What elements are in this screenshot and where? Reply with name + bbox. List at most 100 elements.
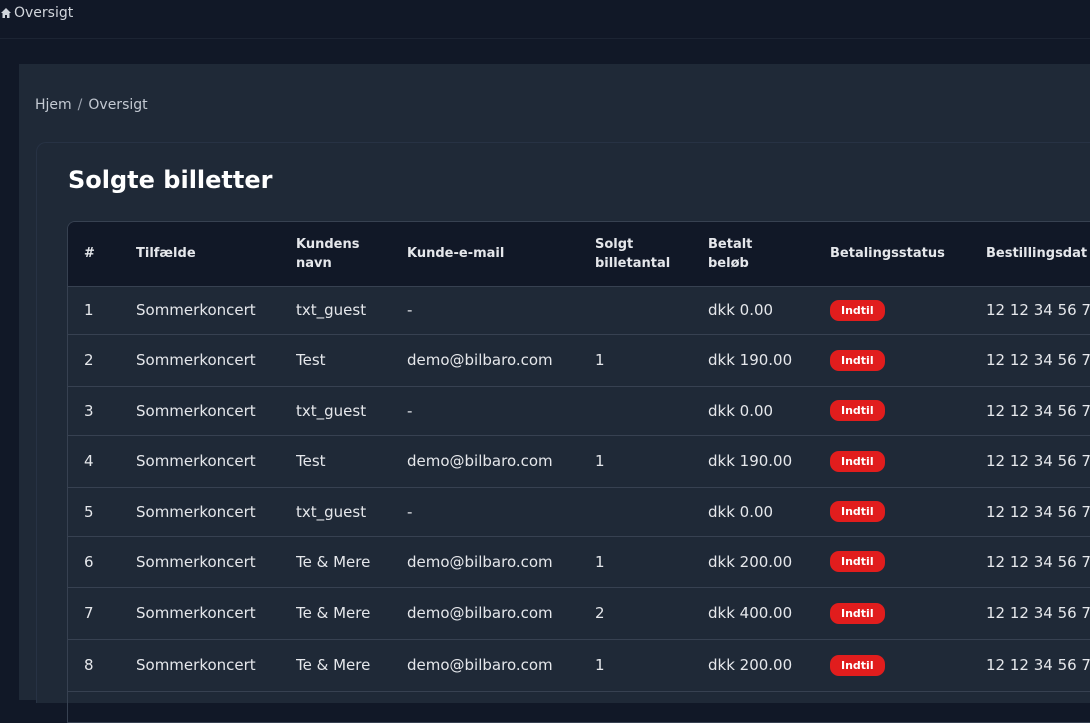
cell-customer-name: Test <box>296 452 326 470</box>
main-content: Hjem / Oversigt Solgte billetter # Tilfæld… <box>19 64 1090 723</box>
cell-payment-status: Indtil <box>830 536 986 587</box>
cell-amount-paid: dkk 200.00 <box>708 656 793 674</box>
cell-event: Sommerkoncert <box>136 301 256 319</box>
cell-ticket-count: 1 <box>595 552 605 571</box>
cell-ticket-count: 2 <box>595 604 605 622</box>
table-row[interactable]: 3 Sommerkoncert txt_guest - dkk 0.00 Ind… <box>68 386 1090 435</box>
cell-ticket-count: 1 <box>595 351 605 369</box>
tickets-card: Solgte billetter # Tilfælde Kundens navn… <box>36 142 1090 723</box>
cell-event: Sommerkoncert <box>136 656 256 674</box>
cell-event <box>136 691 296 711</box>
table-row[interactable]: 6 Sommerkoncert Te & Mere demo@bilbaro.c… <box>68 536 1090 587</box>
tickets-table: # Tilfælde Kundens navn Kunde-e-mail Sol… <box>68 222 1090 711</box>
table-row[interactable]: 5 Sommerkoncert txt_guest - dkk 0.00 Ind… <box>68 487 1090 536</box>
cell-payment-status: Indtil <box>830 639 986 691</box>
cell-event: Sommerkoncert <box>136 401 256 420</box>
cell-event: Sommerkoncert <box>136 452 256 470</box>
cell-ticket-count <box>595 691 708 711</box>
cell-customer-name: Te & Mere <box>296 656 371 674</box>
cell-order-date <box>986 691 1090 711</box>
cell-number: 1 <box>84 301 94 319</box>
table-row[interactable]: 8 Sommerkoncert Te & Mere demo@bilbaro.c… <box>68 639 1090 691</box>
cell-ticket-count <box>595 386 708 435</box>
top-bar-label: Oversigt <box>14 5 74 21</box>
cell-customer-email: - <box>407 401 413 420</box>
column-header-amount-paid[interactable]: Betalt beløb <box>708 222 830 286</box>
table-row[interactable]: 7 Sommerkoncert Te & Mere demo@bilbaro.c… <box>68 587 1090 639</box>
cell-payment-status: Indtil <box>830 386 986 435</box>
cell-ticket-count <box>595 487 708 536</box>
cell-order-date: 12 12 34 56 7 <box>986 502 1090 521</box>
table-row[interactable]: 2 Sommerkoncert Test demo@bilbaro.com 1 … <box>68 334 1090 386</box>
cell-amount-paid <box>708 691 830 711</box>
table-row[interactable] <box>68 691 1090 711</box>
cell-order-date: 12 12 34 56 7 <box>986 351 1090 369</box>
cell-customer-email: demo@bilbaro.com <box>407 552 553 571</box>
breadcrumb-home-link[interactable]: Hjem <box>35 97 72 113</box>
tickets-table-container[interactable]: # Tilfælde Kundens navn Kunde-e-mail Sol… <box>67 221 1090 723</box>
cell-number: 5 <box>84 502 94 521</box>
cell-customer-name <box>296 691 407 711</box>
top-bar-home-link[interactable]: Oversigt <box>0 5 73 21</box>
column-header-payment-status[interactable]: Betalingsstatus <box>830 222 986 286</box>
cell-payment-status: Indtil <box>830 487 986 536</box>
table-row[interactable]: 4 Sommerkoncert Test demo@bilbaro.com 1 … <box>68 435 1090 487</box>
cell-payment-status: Indtil <box>830 334 986 386</box>
cell-event: Sommerkoncert <box>136 502 256 521</box>
cell-number: 6 <box>84 552 94 571</box>
status-badge: Indtil <box>830 654 885 676</box>
cell-customer-email: demo@bilbaro.com <box>407 452 553 470</box>
cell-customer-name: Te & Mere <box>296 552 371 571</box>
cell-amount-paid: dkk 200.00 <box>708 552 793 571</box>
cell-payment-status: Indtil <box>830 435 986 487</box>
column-header-customer-email[interactable]: Kunde-e-mail <box>407 222 595 286</box>
cell-order-date: 12 12 34 56 7 <box>986 656 1090 674</box>
cell-amount-paid: dkk 190.00 <box>708 351 793 369</box>
cell-amount-paid: dkk 400.00 <box>708 604 793 622</box>
cell-order-date: 12 12 34 56 7 <box>986 452 1090 470</box>
status-badge: Indtil <box>830 349 885 371</box>
home-icon <box>1 8 11 18</box>
cell-customer-name: Test <box>296 351 326 369</box>
top-bar: Oversigt <box>0 0 1090 39</box>
cell-order-date: 12 12 34 56 7 <box>986 401 1090 420</box>
table-header-row: # Tilfælde Kundens navn Kunde-e-mail Sol… <box>68 222 1090 286</box>
column-header-customer-name[interactable]: Kundens navn <box>296 222 407 286</box>
table-row[interactable]: 1 Sommerkoncert txt_guest - dkk 0.00 Ind… <box>68 286 1090 334</box>
status-badge: Indtil <box>830 299 885 321</box>
breadcrumb: Hjem / Oversigt <box>35 97 148 113</box>
cell-number: 4 <box>84 452 94 470</box>
cell-event: Sommerkoncert <box>136 552 256 571</box>
cell-payment-status <box>830 691 986 711</box>
status-badge: Indtil <box>830 602 885 624</box>
cell-number: 2 <box>84 351 94 369</box>
cell-event: Sommerkoncert <box>136 351 256 369</box>
status-badge: Indtil <box>830 450 885 472</box>
cell-customer-name: txt_guest <box>296 301 367 319</box>
cell-amount-paid: dkk 0.00 <box>708 401 774 420</box>
column-header-ticket-count[interactable]: Solgt billetantal <box>595 222 708 286</box>
cell-number <box>68 691 136 711</box>
column-header-number[interactable]: # <box>68 222 136 286</box>
cell-amount-paid: dkk 0.00 <box>708 301 774 319</box>
cell-number: 3 <box>84 401 94 420</box>
cell-order-date: 12 12 34 56 7 <box>986 301 1090 319</box>
cell-customer-email <box>407 691 595 711</box>
breadcrumb-current: Oversigt <box>88 97 148 113</box>
cell-customer-email: - <box>407 301 413 319</box>
cell-number: 8 <box>84 656 94 674</box>
column-header-order-date[interactable]: Bestillingsdat <box>986 222 1090 286</box>
status-badge: Indtil <box>830 400 885 421</box>
cell-customer-name: txt_guest <box>296 401 367 420</box>
cell-ticket-count <box>595 286 708 334</box>
cell-customer-email: demo@bilbaro.com <box>407 604 553 622</box>
cell-customer-name: Te & Mere <box>296 604 371 622</box>
cell-order-date: 12 12 34 56 7 <box>986 552 1090 571</box>
cell-customer-email: demo@bilbaro.com <box>407 656 553 674</box>
cell-ticket-count: 1 <box>595 656 605 674</box>
status-badge: Indtil <box>830 551 885 572</box>
cell-amount-paid: dkk 0.00 <box>708 502 774 521</box>
column-header-event[interactable]: Tilfælde <box>136 222 296 286</box>
page-title: Solgte billetter <box>68 166 273 194</box>
cell-payment-status: Indtil <box>830 286 986 334</box>
